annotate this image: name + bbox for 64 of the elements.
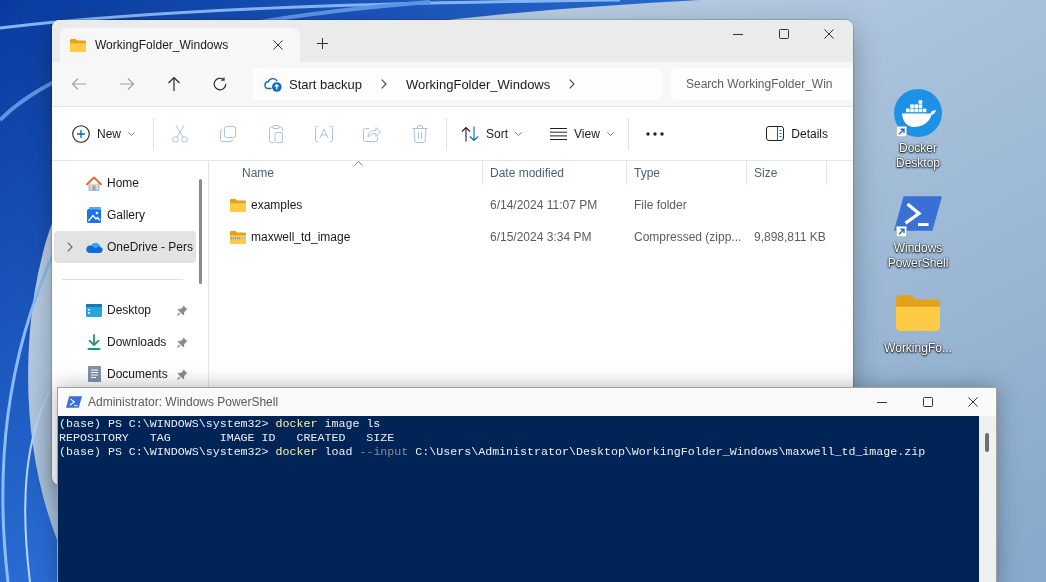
console-line: (base) PS C:\WINDOWS\system32> docker image ls	[59, 417, 381, 431]
plus-circle-icon	[72, 124, 90, 143]
scrollbar-thumb[interactable]	[985, 433, 989, 452]
file-type-text: File folder	[634, 198, 687, 212]
maximize-icon[interactable]	[922, 397, 933, 407]
sidebar-item[interactable]: Desktop	[54, 294, 196, 326]
file-type-text: Compressed (zipp...	[634, 230, 742, 244]
terminal-prompt-icon	[66, 396, 82, 408]
folder-icon	[70, 38, 86, 52]
up-arrow-icon[interactable]	[167, 76, 181, 92]
close-icon[interactable]	[968, 397, 978, 407]
address-bar[interactable]: Start backup WorkingFolder_Windows	[253, 68, 662, 100]
breadcrumb[interactable]: Start backup	[264, 76, 362, 92]
console-line: (base) PS C:\WINDOWS\system32> docker load --input C:\Users\Administrator\Desktop\WorkingFolder_Windows\maxwell_td_image.zip	[59, 445, 926, 459]
scrollbar-thumb[interactable]	[199, 179, 202, 284]
date-modified-text: 6/15/2024 3:34 PM	[490, 230, 592, 244]
minimize-icon[interactable]	[733, 33, 743, 35]
file-name[interactable]: maxwell_td_image	[251, 230, 351, 244]
sort-button[interactable]: Sort	[453, 117, 531, 150]
window-title: Administrator: Windows PowerShell	[88, 395, 279, 409]
download-arrow-icon	[87, 334, 101, 350]
folder-icon	[230, 198, 246, 212]
date-modified-text: 6/14/2024 11:07 PM	[490, 198, 598, 212]
chevron-right-icon[interactable]	[569, 79, 576, 89]
sidebar-item[interactable]: Documents	[54, 358, 196, 390]
sidebar-item[interactable]: Downloads	[54, 326, 196, 358]
document-icon	[87, 366, 101, 382]
zip-folder-icon	[230, 230, 246, 244]
column-header[interactable]: Type	[627, 161, 747, 185]
file-name[interactable]: examples	[251, 198, 303, 212]
terminal-prompt-icon[interactable]	[894, 195, 942, 231]
whale-icon[interactable]	[894, 89, 942, 137]
maximize-icon[interactable]	[778, 29, 789, 39]
refresh-icon[interactable]	[213, 77, 227, 91]
minimize-icon[interactable]	[877, 401, 887, 403]
sidebar-item[interactable]: Gallery	[54, 199, 196, 231]
chevron-right-icon[interactable]	[381, 79, 387, 89]
picture-icon	[86, 207, 102, 223]
column-header[interactable]: Size	[747, 161, 827, 185]
close-icon[interactable]	[824, 29, 834, 39]
file-size-text: 9,898,811 KB	[754, 230, 826, 244]
close-icon[interactable]	[273, 40, 283, 50]
sidebar-item[interactable]: OneDrive - Pers	[54, 231, 196, 263]
breadcrumb[interactable]: WorkingFolder_Windows	[406, 76, 551, 92]
folder-tab[interactable]: WorkingFolder_Windows	[60, 28, 300, 62]
more-icon[interactable]	[645, 131, 664, 136]
scrollbar-track[interactable]	[979, 416, 996, 582]
lines-icon	[550, 127, 568, 140]
window-icon	[86, 303, 102, 317]
details-pane-icon	[766, 126, 785, 141]
sidebar-item[interactable]: Home	[54, 167, 196, 199]
column-header[interactable]: Name	[209, 161, 483, 185]
cloud-icon	[85, 241, 103, 253]
new-button[interactable]: New	[64, 117, 143, 150]
chevron-right-icon[interactable]	[67, 242, 73, 252]
plus-icon[interactable]	[317, 38, 328, 49]
details-button[interactable]: Details	[758, 117, 836, 150]
view-button[interactable]: View	[542, 117, 622, 150]
sort-arrows-icon	[461, 125, 479, 142]
console-line: REPOSITORY TAG IMAGE ID CREATED SIZE	[59, 431, 395, 445]
cloud-upload-icon	[264, 76, 282, 92]
column-header[interactable]: Date modified	[483, 161, 627, 185]
home-icon	[86, 175, 102, 191]
search-field[interactable]: Search WorkingFolder_Win	[671, 68, 853, 100]
